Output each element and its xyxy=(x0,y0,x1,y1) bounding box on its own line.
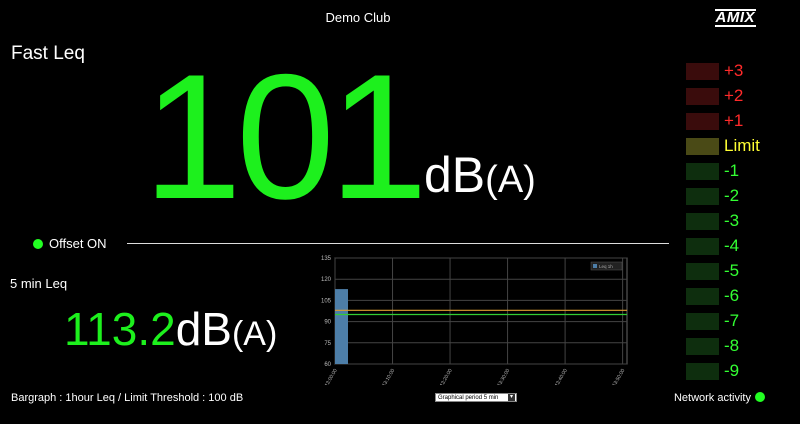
bargraph-info: Bargraph : 1hour Leq / Limit Threshold :… xyxy=(11,392,244,404)
ladder-level-label: -2 xyxy=(724,186,740,205)
network-activity: Network activity xyxy=(674,392,765,404)
chart-y-tick-label: 75 xyxy=(324,341,331,347)
chart-x-tick-label: 13:00:00 xyxy=(324,368,339,385)
short-leq-unit-weight: (A) xyxy=(231,315,278,353)
ladder-level-label: +3 xyxy=(724,61,744,80)
ladder-level-label: -6 xyxy=(724,286,740,305)
chart-y-tick-label: 135 xyxy=(321,256,332,262)
ladder-level-box xyxy=(686,138,719,155)
ladder-level-box xyxy=(686,213,719,230)
ladder-level-box xyxy=(686,238,719,255)
ladder-level-label: -1 xyxy=(724,161,740,180)
ladder-level-label: -9 xyxy=(724,361,740,380)
fast-leq-value: 101 xyxy=(143,37,428,236)
ladder-level-label: +1 xyxy=(724,111,744,130)
offset-status-dot xyxy=(33,239,43,249)
dropdown-arrow-icon[interactable]: ▾ xyxy=(508,394,515,401)
chart-x-tick-label: 13:20:00 xyxy=(439,368,454,385)
chart-x-tick-label: 13:10:00 xyxy=(381,368,396,385)
short-leq-title: 5 min Leq xyxy=(10,276,68,291)
fast-leq-title: Fast Leq xyxy=(11,43,85,64)
chart-y-tick-label: 120 xyxy=(321,277,332,283)
short-leq-unit: dB xyxy=(175,303,232,355)
ladder-level-label: -8 xyxy=(724,336,740,355)
ladder-level-label: -5 xyxy=(724,261,740,280)
offset-label: Offset ON xyxy=(49,236,107,251)
chart-x-tick-label: 13:30:00 xyxy=(496,368,511,385)
graphical-period-select[interactable]: Graphical period 5 min ▾ xyxy=(435,393,517,402)
ladder-level-label: -4 xyxy=(724,236,740,255)
ladder-level-box xyxy=(686,163,719,180)
leq-history-chart: 60 75 90 105 120 135 13:00:00 13:10:00 13:20:00 1… xyxy=(321,256,628,385)
chart-y-tick-label: 90 xyxy=(324,320,331,326)
divider-line xyxy=(127,243,669,244)
ladder-level-box xyxy=(686,363,719,380)
ladder-level-box xyxy=(686,63,719,80)
chart-plot-area xyxy=(334,257,628,365)
chart-x-tick-label: 13:40:00 xyxy=(554,368,569,385)
short-leq-value: 113.2 xyxy=(64,303,176,355)
chart-legend-swatch xyxy=(593,264,597,268)
chart-x-tick-label: 13:50:00 xyxy=(611,368,626,385)
ladder-level-box xyxy=(686,313,719,330)
ladder-level-box xyxy=(686,88,719,105)
chart-y-tick-label: 60 xyxy=(324,362,331,368)
ladder-level-label: +2 xyxy=(724,86,744,105)
fast-leq-unit-db: dB xyxy=(424,147,486,203)
offset-indicator: Offset ON xyxy=(33,236,107,251)
short-leq-readout: 113.2dB(A) xyxy=(64,306,277,357)
network-activity-label: Network activity xyxy=(673,392,751,404)
ladder-level-box xyxy=(686,338,719,355)
fast-leq-unit: dB(A) xyxy=(424,150,536,205)
ladder-level-label: -7 xyxy=(724,311,740,330)
ladder-level-box xyxy=(686,188,719,205)
fast-leq-unit-weight: (A) xyxy=(485,159,536,201)
venue-title: Demo Club xyxy=(325,10,391,25)
ladder-level-box xyxy=(686,113,719,130)
amix-logo: AMIX xyxy=(714,9,756,27)
chart-y-tick-label: 105 xyxy=(321,298,332,304)
ladder-level-box xyxy=(686,288,719,305)
graphical-period-value: Graphical period 5 min xyxy=(438,395,499,401)
chart-bar xyxy=(335,289,348,364)
chart-legend-label: Leq 1h xyxy=(599,264,613,269)
network-status-dot xyxy=(755,392,765,402)
ladder-level-label: -3 xyxy=(724,211,740,230)
ladder-level-box xyxy=(686,263,719,280)
ladder-level-label: Limit xyxy=(724,136,760,155)
